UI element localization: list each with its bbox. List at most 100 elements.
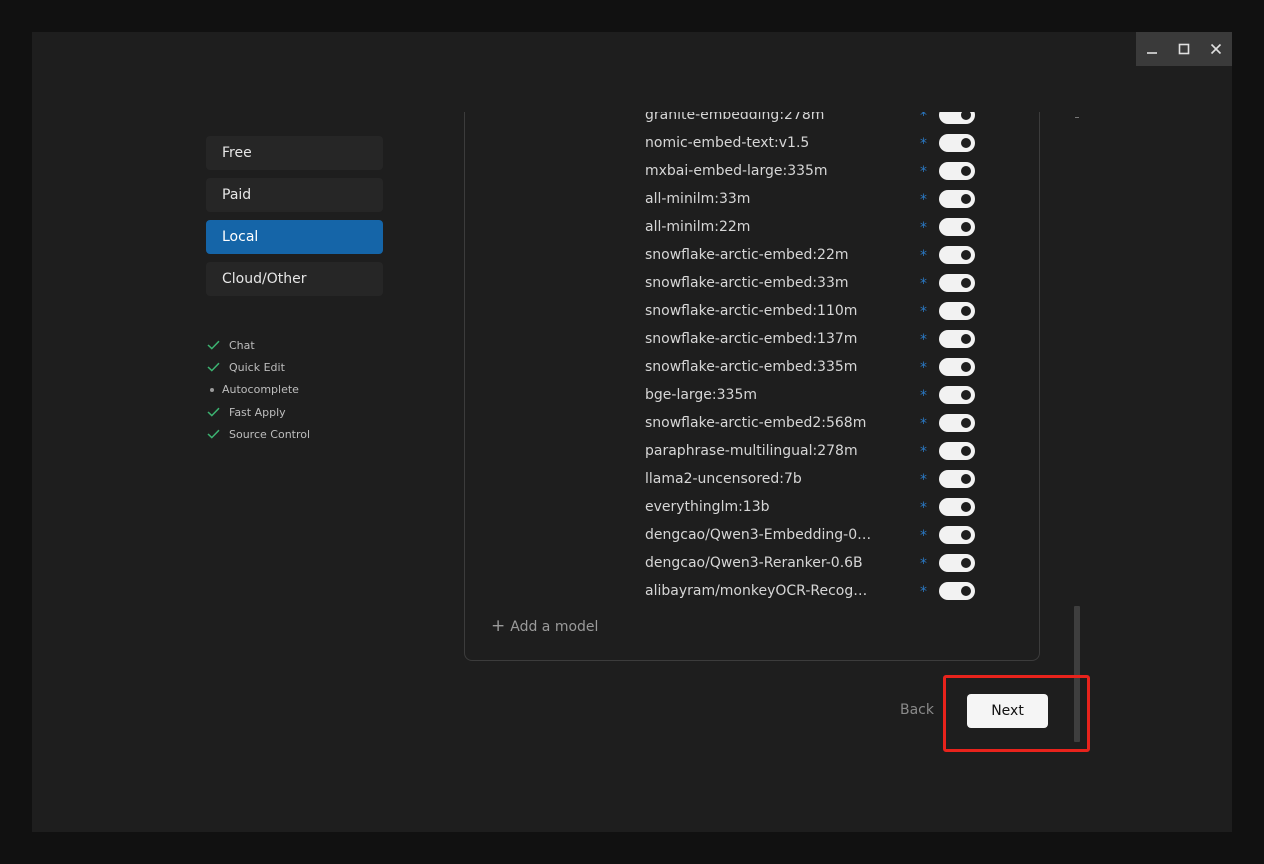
asterisk-icon: *: [920, 472, 927, 488]
app-window: Free Paid Local Cloud/Other Chat Quick E…: [32, 32, 1232, 832]
asterisk-icon: *: [920, 276, 927, 292]
model-row: paraphrase-multilingual:278m *: [465, 437, 1039, 465]
asterisk-icon: *: [920, 332, 927, 348]
back-button[interactable]: Back: [900, 700, 934, 720]
tab-local[interactable]: Local: [206, 220, 383, 254]
window-controls: [1136, 32, 1232, 66]
feature-quick-edit: Quick Edit: [206, 356, 310, 378]
model-toggle[interactable]: [939, 386, 975, 404]
toggle-knob: [961, 390, 971, 400]
toggle-knob: [961, 138, 971, 148]
model-toggle[interactable]: [939, 302, 975, 320]
maximize-icon: [1178, 43, 1190, 55]
feature-source-control: Source Control: [206, 423, 310, 445]
asterisk-icon: *: [920, 248, 927, 264]
close-button[interactable]: [1200, 32, 1232, 66]
model-toggle[interactable]: [939, 554, 975, 572]
check-icon: [207, 340, 220, 350]
tab-cloud-other[interactable]: Cloud/Other: [206, 262, 383, 296]
model-row: everythinglm:13b *: [465, 493, 1039, 521]
model-row: snowflake-arctic-embed:137m *: [465, 325, 1039, 353]
minimize-icon: [1147, 52, 1157, 54]
model-name: bge-large:335m: [645, 387, 757, 403]
model-row: mxbai-embed-large:335m *: [465, 157, 1039, 185]
toggle-knob: [961, 530, 971, 540]
model-name: nomic-embed-text:v1.5: [645, 135, 810, 151]
model-toggle[interactable]: [939, 218, 975, 236]
toggle-knob: [961, 222, 971, 232]
toggle-knob: [961, 112, 971, 120]
model-name: granite-embedding:278m: [645, 112, 825, 123]
model-row: all-minilm:33m *: [465, 185, 1039, 213]
model-name: snowflake-arctic-embed:22m: [645, 247, 849, 263]
asterisk-icon: *: [920, 500, 927, 516]
model-toggle[interactable]: [939, 582, 975, 600]
model-row: all-minilm:22m *: [465, 213, 1039, 241]
model-name: mxbai-embed-large:335m: [645, 163, 828, 179]
next-button[interactable]: Next: [967, 694, 1048, 728]
model-toggle[interactable]: [939, 134, 975, 152]
toggle-knob: [961, 474, 971, 484]
asterisk-icon: *: [920, 584, 927, 600]
toggle-knob: [961, 558, 971, 568]
model-toggle[interactable]: [939, 190, 975, 208]
scrollbar[interactable]: [1074, 112, 1080, 742]
model-row: snowflake-arctic-embed:110m *: [465, 297, 1039, 325]
model-toggle[interactable]: [939, 498, 975, 516]
model-toggle[interactable]: [939, 442, 975, 460]
model-toggle[interactable]: [939, 274, 975, 292]
feature-chat: Chat: [206, 334, 310, 356]
toggle-knob: [961, 194, 971, 204]
model-row: alibayram/monkeyOCR-Recognition *: [465, 577, 1039, 605]
check-icon: [207, 407, 220, 417]
toggle-knob: [961, 250, 971, 260]
toggle-knob: [961, 586, 971, 596]
feature-list: Chat Quick Edit Autocomplete Fast Apply …: [206, 334, 310, 445]
model-toggle[interactable]: [939, 330, 975, 348]
feature-label: Chat: [229, 338, 255, 352]
model-toggle[interactable]: [939, 162, 975, 180]
feature-autocomplete: Autocomplete: [206, 379, 310, 401]
dot-icon: [210, 387, 214, 392]
model-name: paraphrase-multilingual:278m: [645, 443, 858, 459]
add-model-label: Add a model: [510, 618, 599, 635]
feature-label: Fast Apply: [229, 405, 286, 419]
model-row: dengcao/Qwen3-Embedding-0.6B *: [465, 521, 1039, 549]
plus-icon: +: [491, 616, 506, 636]
model-row: granite-embedding:278m *: [465, 112, 1039, 129]
add-model-button[interactable]: + Add a model: [491, 618, 598, 635]
maximize-button[interactable]: [1168, 32, 1200, 66]
model-panel: granite-embedding:278m * nomic-embed-text:…: [464, 112, 1040, 661]
tab-paid[interactable]: Paid: [206, 178, 383, 212]
minimize-button[interactable]: [1136, 32, 1168, 66]
feature-fast-apply: Fast Apply: [206, 401, 310, 423]
model-toggle[interactable]: [939, 112, 975, 124]
model-name: snowflake-arctic-embed:335m: [645, 359, 858, 375]
feature-label: Source Control: [229, 427, 311, 441]
toggle-knob: [961, 166, 971, 176]
model-toggle[interactable]: [939, 526, 975, 544]
asterisk-icon: *: [920, 416, 927, 432]
model-toggle[interactable]: [939, 470, 975, 488]
scrollbar-thumb[interactable]: [1074, 606, 1080, 742]
model-name: dengcao/Qwen3-Reranker-0.6B: [645, 555, 863, 571]
feature-label: Autocomplete: [222, 383, 299, 397]
model-toggle[interactable]: [939, 246, 975, 264]
check-icon: [207, 430, 220, 439]
asterisk-icon: *: [920, 444, 927, 460]
model-name: everythinglm:13b: [645, 499, 770, 515]
asterisk-icon: *: [920, 360, 927, 376]
model-toggle[interactable]: [939, 414, 975, 432]
asterisk-icon: *: [920, 192, 927, 208]
model-toggle[interactable]: [939, 358, 975, 376]
toggle-knob: [961, 306, 971, 316]
check-icon: [207, 363, 220, 373]
model-row: snowflake-arctic-embed:22m *: [465, 241, 1039, 269]
close-icon: [1210, 43, 1222, 55]
model-row: snowflake-arctic-embed2:568m *: [465, 409, 1039, 437]
toggle-knob: [961, 446, 971, 456]
model-name: snowflake-arctic-embed:33m: [645, 275, 849, 291]
tab-free[interactable]: Free: [206, 136, 383, 170]
model-row: bge-large:335m *: [465, 381, 1039, 409]
model-row: snowflake-arctic-embed:335m *: [465, 353, 1039, 381]
